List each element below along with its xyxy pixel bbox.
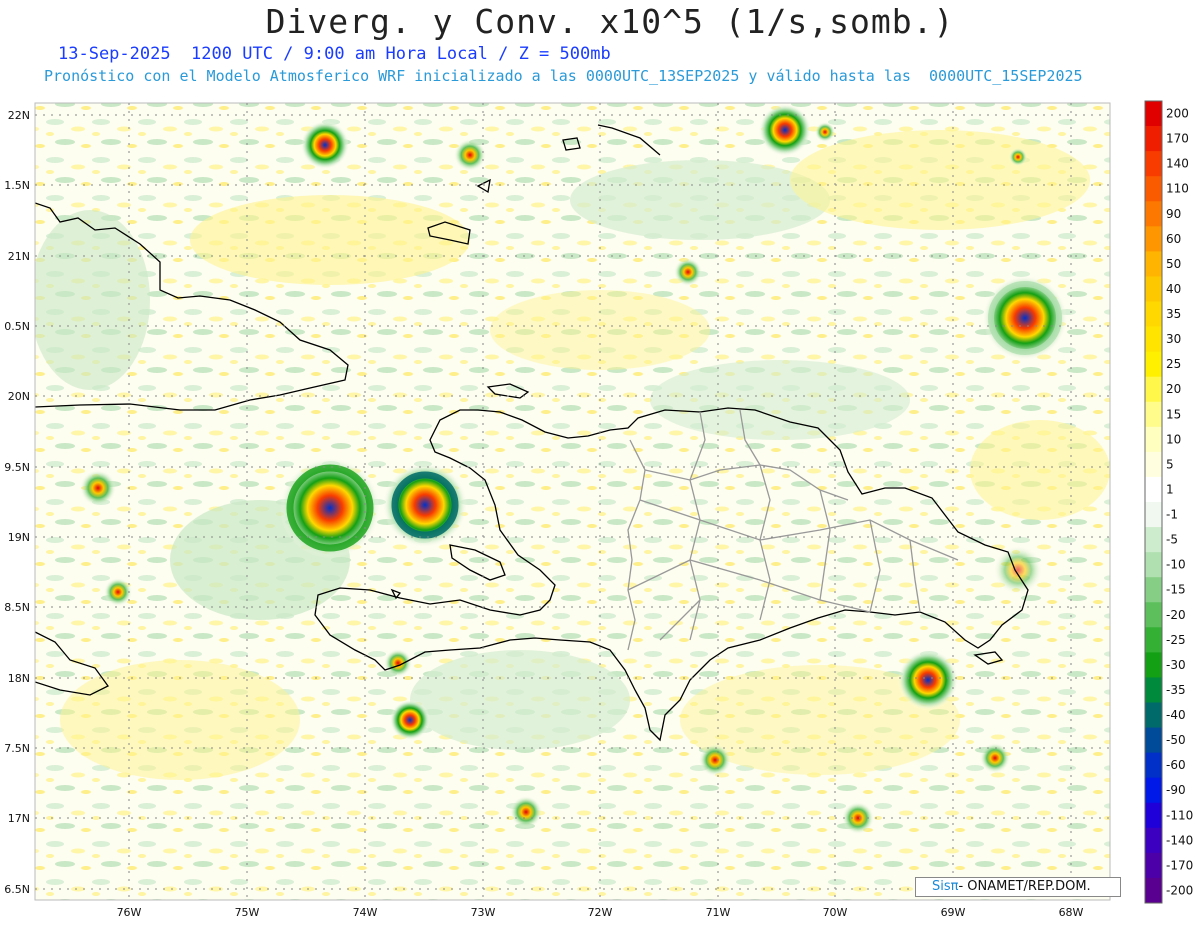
legend-label: 110: [1166, 182, 1189, 196]
lat-tick: 7.5N: [4, 742, 30, 755]
lon-tick: 73W: [471, 906, 496, 919]
legend-swatch: [1145, 401, 1162, 428]
lat-tick: 8.5N: [4, 601, 30, 614]
legend-label: -20: [1166, 608, 1186, 622]
lon-tick: 74W: [353, 906, 378, 919]
legend-swatch: [1145, 101, 1162, 127]
legend-label: 1: [1166, 482, 1174, 496]
legend-swatch: [1145, 301, 1162, 327]
legend-swatch: [1145, 552, 1162, 578]
lat-tick: 18N: [8, 672, 30, 685]
legend-label: -140: [1166, 833, 1193, 847]
weather-map: 22N 1.5N 21N 0.5N 20N 9.5N 19N 8.5N 18N …: [4, 100, 1193, 919]
lon-tick: 75W: [235, 906, 260, 919]
legend-swatch: [1145, 752, 1162, 779]
legend-swatch: [1145, 151, 1162, 177]
legend-swatch: [1145, 727, 1162, 754]
legend-label: -5: [1166, 533, 1178, 547]
legend-swatch: [1145, 852, 1162, 879]
legend-label: 20: [1166, 382, 1181, 396]
legend-label: 140: [1166, 157, 1189, 171]
lat-tick: 20N: [8, 390, 30, 403]
legend-label: -1: [1166, 508, 1178, 522]
legend-swatch: [1145, 502, 1162, 528]
legend-label: -110: [1166, 808, 1193, 822]
legend-label: 170: [1166, 132, 1189, 146]
longitude-labels: 76W 75W 74W 73W 72W 71W 70W 69W 68W: [117, 906, 1084, 919]
lat-tick: 6.5N: [4, 883, 30, 896]
lat-tick: 19N: [8, 531, 30, 544]
legend-swatch: [1145, 326, 1162, 353]
legend-label: -10: [1166, 558, 1186, 572]
legend-swatch: [1145, 527, 1162, 553]
legend-swatch: [1145, 677, 1162, 703]
lon-tick: 68W: [1059, 906, 1084, 919]
legend-label: 40: [1166, 282, 1181, 296]
legend-swatch: [1145, 251, 1162, 277]
legend-swatch: [1145, 577, 1162, 603]
legend-label: 200: [1166, 107, 1189, 121]
legend-swatch: [1145, 451, 1162, 478]
legend-label: -90: [1166, 783, 1186, 797]
lat-tick: 21N: [8, 250, 30, 263]
lat-tick: 0.5N: [4, 320, 30, 333]
legend-label: 30: [1166, 332, 1181, 346]
legend-swatch: [1145, 827, 1162, 854]
legend-swatch: [1145, 276, 1162, 302]
legend-swatch: [1145, 226, 1162, 252]
legend-label: 90: [1166, 207, 1181, 221]
legend-label: 10: [1166, 432, 1181, 446]
sispi-logo: Sisπ: [932, 879, 959, 894]
legend-swatch: [1145, 126, 1162, 152]
legend-swatch: [1145, 627, 1162, 653]
lat-tick: 22N: [8, 109, 30, 122]
lon-tick: 71W: [706, 906, 731, 919]
legend-swatch: [1145, 426, 1162, 453]
latitude-labels: 22N 1.5N 21N 0.5N 20N 9.5N 19N 8.5N 18N …: [4, 109, 30, 896]
legend-label: -50: [1166, 733, 1186, 747]
legend-label: -200: [1166, 883, 1193, 897]
lon-tick: 69W: [941, 906, 966, 919]
legend-swatch: [1145, 351, 1162, 378]
legend-swatch: [1145, 702, 1162, 728]
legend-label: -40: [1166, 708, 1186, 722]
legend-label: -15: [1166, 583, 1186, 597]
legend-label: -25: [1166, 633, 1186, 647]
legend-label: 60: [1166, 232, 1181, 246]
lon-tick: 70W: [823, 906, 848, 919]
legend-label: 15: [1166, 407, 1181, 421]
credit-text: - ONAMET/REP.DOM.: [958, 879, 1091, 894]
divergence-field: [35, 103, 1110, 900]
legend-swatch: [1145, 652, 1162, 678]
color-legend: 200 170 140 110 90 60 50 40 35 30 25 20 15 10 5 1 -1 -5 -1…: [1144, 100, 1193, 904]
lat-tick: 17N: [8, 812, 30, 825]
legend-label: -170: [1166, 858, 1193, 872]
legend-swatch: [1145, 201, 1162, 227]
legend-swatch: [1145, 777, 1162, 804]
legend-swatch: [1145, 602, 1162, 628]
lat-tick: 9.5N: [4, 461, 30, 474]
legend-label: -60: [1166, 758, 1186, 772]
legend-label: 5: [1166, 457, 1174, 471]
legend-swatch: [1145, 877, 1162, 904]
legend-swatch: [1145, 476, 1162, 503]
credit-box: Sisπ- ONAMET/REP.DOM.: [915, 877, 1121, 897]
legend-label: -35: [1166, 683, 1186, 697]
legend-swatch: [1145, 176, 1162, 202]
legend-swatch: [1145, 802, 1162, 829]
legend-label: 50: [1166, 257, 1181, 271]
legend-swatch: [1145, 376, 1162, 403]
legend-label: 25: [1166, 357, 1181, 371]
legend-label: -30: [1166, 658, 1186, 672]
legend-label: 35: [1166, 307, 1181, 321]
lon-tick: 76W: [117, 906, 142, 919]
lon-tick: 72W: [588, 906, 613, 919]
lat-tick: 1.5N: [4, 179, 30, 192]
